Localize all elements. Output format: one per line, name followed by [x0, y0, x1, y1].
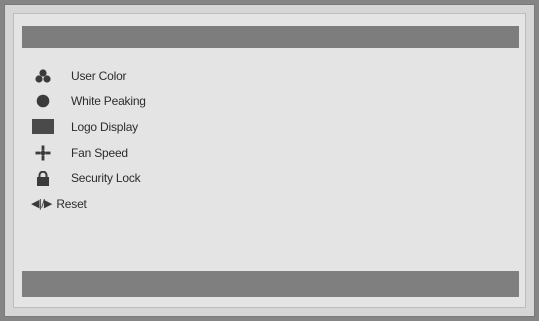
status-bar	[22, 271, 519, 297]
title-bar	[22, 26, 519, 48]
osd-window: User Color White Peaking Logo Display Fa…	[4, 4, 535, 317]
menu-item-white-peaking[interactable]: White Peaking	[31, 89, 146, 115]
menu-item-label: User Color	[71, 68, 127, 83]
menu-item-label: Security Lock	[71, 171, 141, 186]
palette-icon	[31, 68, 55, 84]
menu-item-security-lock[interactable]: Security Lock	[31, 165, 146, 191]
circle-icon	[31, 93, 55, 109]
menu-item-label: White Peaking	[71, 94, 146, 109]
menu-item-reset[interactable]: ◀|/▶ Reset	[31, 191, 146, 217]
menu-item-fan-speed[interactable]: Fan Speed	[31, 140, 146, 166]
reset-icon: ◀|/▶	[31, 197, 52, 211]
display-icon	[31, 119, 55, 135]
menu-item-user-color[interactable]: User Color	[31, 63, 146, 89]
menu-item-label: Fan Speed	[71, 145, 128, 160]
menu-item-logo-display[interactable]: Logo Display	[31, 114, 146, 140]
lock-icon	[31, 170, 55, 186]
settings-menu: User Color White Peaking Logo Display Fa…	[31, 63, 146, 217]
menu-item-label: Logo Display	[71, 119, 138, 134]
osd-panel: User Color White Peaking Logo Display Fa…	[13, 13, 526, 308]
menu-item-label: Reset	[56, 196, 87, 211]
fan-icon	[31, 145, 55, 161]
